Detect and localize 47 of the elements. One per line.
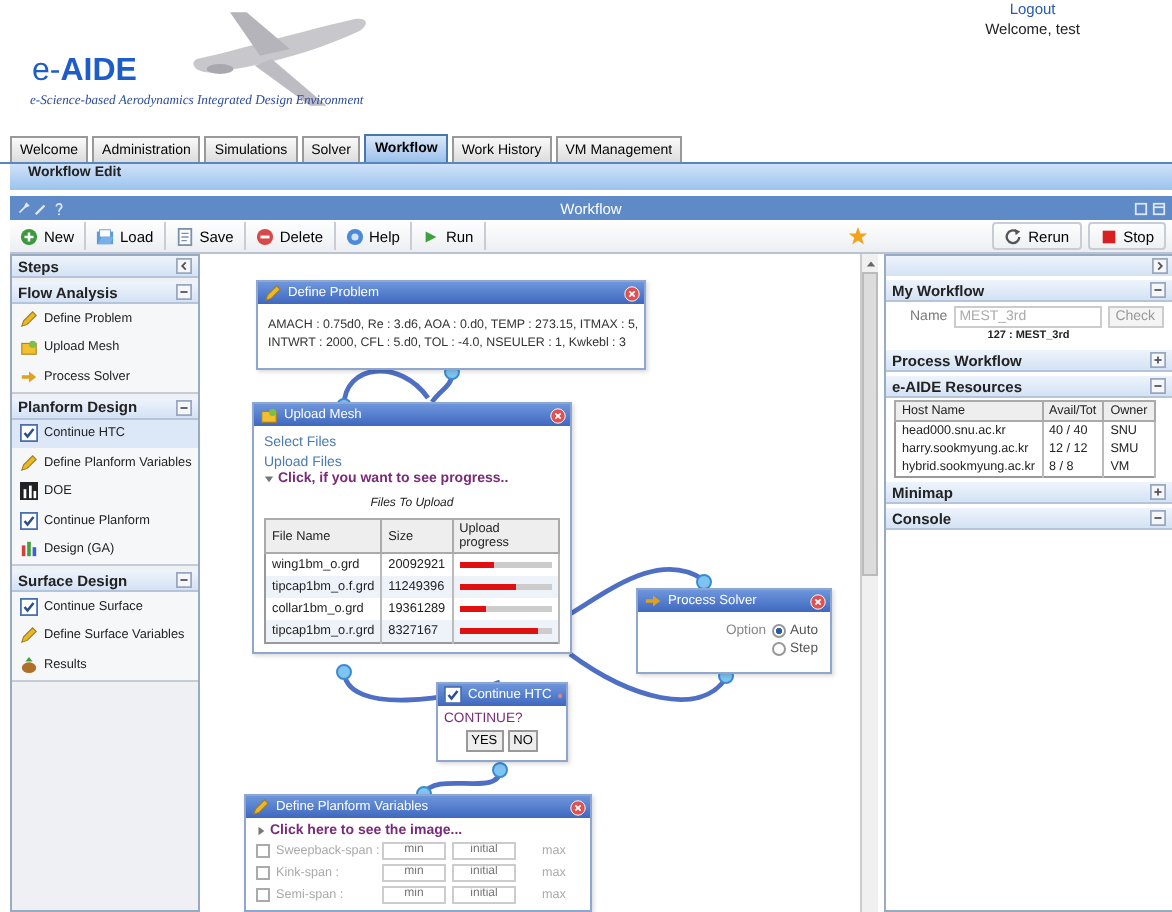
folder-icon [260, 406, 278, 424]
folder-icon [96, 227, 115, 245]
port-dot [492, 762, 508, 778]
expand-icon[interactable] [1151, 258, 1168, 274]
plus-circle-icon [20, 227, 38, 245]
port-dot [696, 574, 712, 590]
square-icon [1099, 227, 1118, 245]
checkbox-icon [20, 597, 38, 616]
radio-button[interactable] [772, 624, 787, 638]
star-icon[interactable] [848, 226, 869, 246]
plus-icon[interactable] [1149, 484, 1166, 500]
window-icon[interactable] [1151, 201, 1166, 215]
collapse-icon[interactable] [176, 258, 192, 274]
minus-icon[interactable] [1149, 378, 1166, 394]
minus-icon[interactable] [176, 284, 192, 300]
bars-icon [20, 540, 38, 559]
play-icon [421, 227, 440, 245]
triangle-icon [256, 826, 266, 836]
refresh-icon [1004, 227, 1023, 245]
minus-icon[interactable] [1149, 282, 1166, 298]
arrow-icon [644, 592, 662, 610]
folder-icon [20, 338, 38, 357]
checkbox[interactable] [256, 887, 270, 901]
checkbox[interactable] [256, 843, 270, 857]
minus-icon[interactable] [1149, 510, 1166, 526]
checkbox[interactable] [256, 865, 270, 879]
checkbox-icon [20, 424, 38, 443]
scroll-thumb[interactable] [862, 272, 878, 576]
minus-icon[interactable] [176, 399, 192, 415]
port-dot [336, 664, 352, 680]
document-icon [175, 227, 194, 245]
pot-icon [20, 655, 38, 674]
workflow-node[interactable] [252, 402, 572, 654]
scrollbar[interactable] [860, 254, 878, 912]
triangle-icon [264, 474, 274, 484]
help-icon[interactable] [52, 201, 66, 215]
radio-button[interactable] [772, 642, 787, 656]
chart-icon [20, 482, 38, 501]
plus-icon[interactable] [1149, 352, 1166, 368]
help-icon [345, 227, 363, 245]
minus-icon[interactable] [176, 572, 192, 588]
checkbox-icon [444, 686, 462, 704]
checkbox-icon [20, 511, 38, 530]
scroll-up-icon[interactable] [865, 260, 875, 268]
pin-icon[interactable] [16, 201, 30, 215]
arrow-icon [20, 367, 38, 386]
logo-title: e-AIDE [32, 54, 137, 90]
